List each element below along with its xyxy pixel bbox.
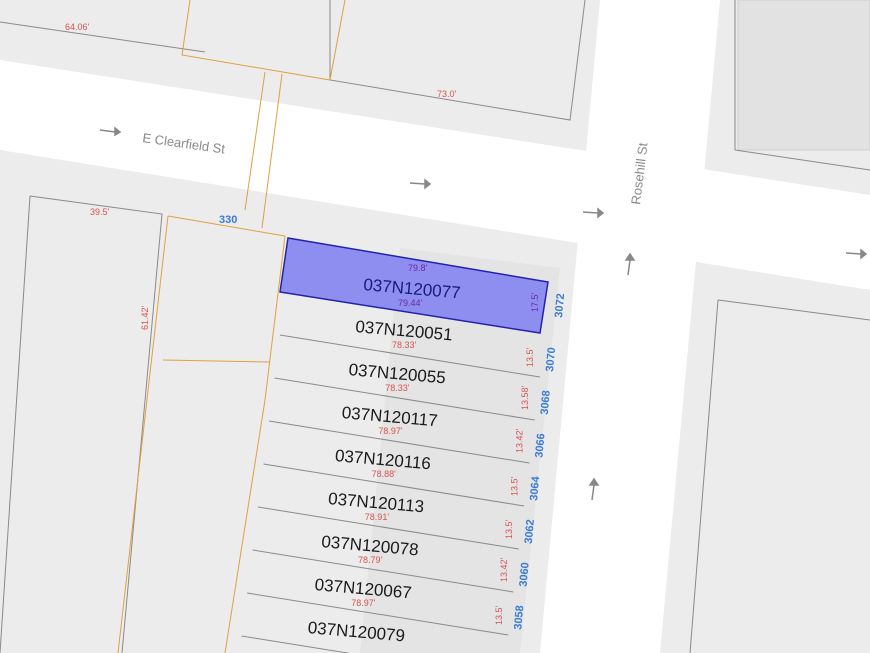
parcel-depth-dimension: 78.97' — [378, 426, 403, 436]
parcel-address: 3068 — [539, 390, 553, 415]
parcel-depth-dimension: 78.33' — [392, 340, 417, 350]
selected-parcel-front-dimension: 79.8' — [408, 263, 428, 273]
parcel-width-dimension: 13.5' — [504, 519, 514, 539]
parcel-width-dimension: 13.42' — [499, 557, 509, 582]
parcel-address: 3060 — [518, 562, 532, 587]
dimension-label: 64.06' — [65, 22, 90, 32]
dimension-label: 39.5' — [90, 207, 110, 217]
parcel-depth-dimension: 78.79' — [358, 555, 383, 565]
parcel-width-dimension: 13.42' — [515, 428, 525, 453]
parcel-width-dimension: 13.58' — [520, 385, 530, 410]
parcel-address: 3070 — [544, 347, 558, 372]
parcel-depth-dimension: 78.97' — [351, 598, 376, 608]
dimension-label: 73.0' — [437, 89, 457, 99]
dimension-label: 61.42' — [140, 305, 150, 330]
building-block — [737, 0, 870, 151]
corner-address: 330 — [219, 214, 237, 226]
parcel-map[interactable]: E Clearfield St Rosehill St 64.06' 73.0'… — [0, 0, 870, 653]
selected-parcel-back-dimension: 79.44' — [398, 298, 423, 308]
parcel-depth-dimension: 78.91' — [365, 512, 390, 522]
parcel-address: 3064 — [528, 475, 542, 501]
parcel-depth-dimension: 78.33' — [385, 383, 410, 393]
parcel-width-dimension: 13.5' — [525, 347, 535, 367]
parcel-address: 3062 — [523, 519, 537, 544]
parcel-depth-dimension: 78.88' — [372, 469, 397, 479]
parcel-address: 3058 — [512, 605, 526, 630]
parcel-width-dimension: 13.5' — [509, 476, 519, 496]
parcel-width-dimension: 13.5' — [494, 605, 504, 625]
parcel-address: 3066 — [533, 433, 547, 458]
selected-parcel-address: 3072 — [553, 293, 567, 318]
selected-parcel-width-dimension: 17.5' — [530, 292, 540, 312]
